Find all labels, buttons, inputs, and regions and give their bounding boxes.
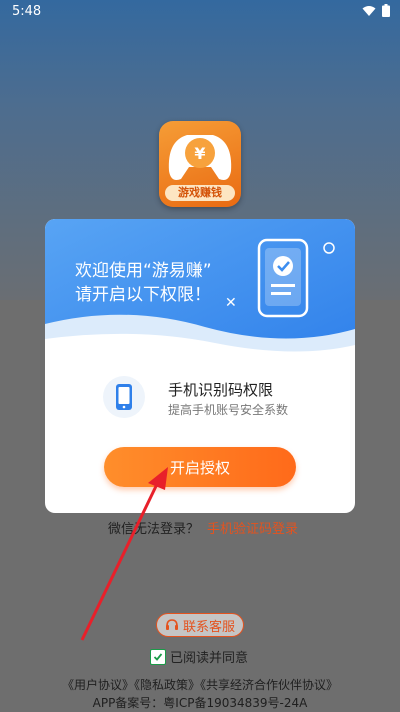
app-logo-label: 游戏赚钱 <box>165 185 235 201</box>
permission-title: 手机识别码权限 <box>168 381 274 399</box>
icp-record: APP备案号：粤ICP备19034839号-24A <box>92 696 308 710</box>
permission-description: 提高手机账号安全系数 <box>168 403 289 417</box>
app-logo: ¥ 游戏赚钱 <box>159 121 241 207</box>
permission-item: 手机识别码权限 提高手机账号安全系数 <box>100 374 340 424</box>
wifi-icon <box>362 5 376 16</box>
user-agreement-link[interactable]: 《用户协议》 <box>62 678 134 692</box>
battery-icon <box>382 4 390 17</box>
alt-login-row: 微信无法登录？ 手机验证码登录 <box>108 518 298 537</box>
authorize-button[interactable]: 开启授权 <box>104 447 296 487</box>
sms-login-link[interactable]: 手机验证码登录 <box>207 522 298 537</box>
permission-dialog: 欢迎使用“游易赚” 请开启以下权限！ ✕ 手机识别码权限 提高手机账号安全系数 … <box>45 219 355 513</box>
controller-coin-icon: ¥ <box>168 135 232 180</box>
partner-agreement-link[interactable]: 《共享经济合作伙伴协议》 <box>200 678 338 692</box>
welcome-title: 欢迎使用“游易赚” <box>75 261 212 281</box>
agreement-label: 已阅读并同意 <box>170 651 249 666</box>
status-time: 5:48 <box>12 4 42 19</box>
phone-icon <box>103 376 145 418</box>
welcome-subtitle: 请开启以下权限！ <box>75 285 211 305</box>
svg-text:¥: ¥ <box>194 144 205 163</box>
customer-service-label: 联系客服 <box>182 619 235 635</box>
status-bar: 5:48 <box>0 0 400 24</box>
agreement-checkbox[interactable] <box>150 648 166 665</box>
policy-links: 《用户协议》《隐私政策》《共享经济合作伙伴协议》 <box>0 676 400 693</box>
headset-icon <box>165 619 178 630</box>
agreement-row: 已阅读并同意 <box>150 647 248 666</box>
customer-service-button[interactable]: 联系客服 <box>156 613 244 637</box>
alt-login-prompt: 微信无法登录？ <box>108 522 200 537</box>
check-icon <box>153 652 163 661</box>
phone-check-illustration <box>257 238 309 318</box>
status-icons <box>362 4 390 17</box>
close-icon[interactable]: ✕ <box>225 295 237 311</box>
privacy-policy-link[interactable]: 《隐私政策》 <box>134 678 200 692</box>
